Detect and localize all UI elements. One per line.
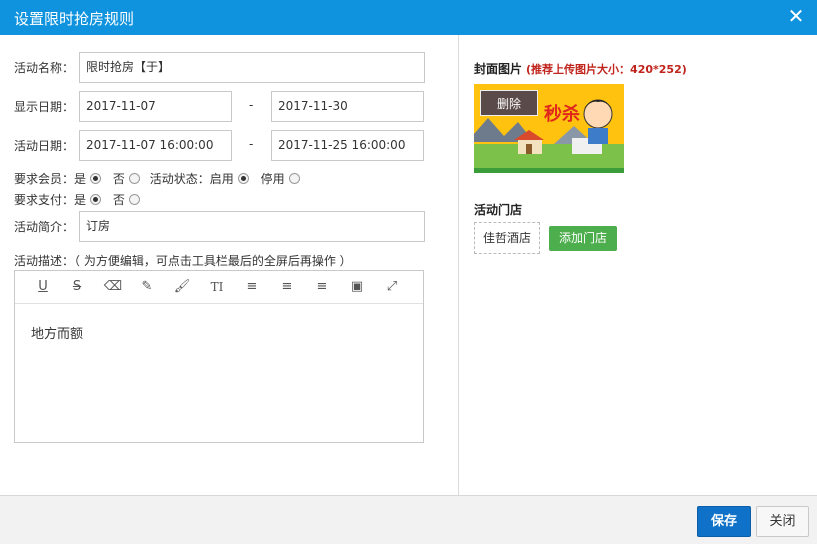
align-right-icon[interactable]: ≡ — [312, 278, 332, 296]
activity-end-date-input[interactable]: 2017-11-25 16:00:00 — [271, 130, 424, 161]
align-center-icon[interactable]: ≡ — [277, 278, 297, 296]
intro-input[interactable]: 订房 — [79, 211, 425, 242]
activity-date-label: 活动日期： — [14, 139, 75, 153]
display-date-label: 显示日期： — [14, 100, 75, 114]
save-button[interactable]: 保存 — [697, 506, 751, 537]
eraser-icon[interactable]: ⌫ — [103, 278, 123, 296]
editor-content[interactable]: 地方而额 — [31, 323, 83, 342]
underline-icon[interactable]: U — [33, 278, 53, 296]
status-off-radio[interactable] — [288, 173, 300, 184]
delete-cover-button[interactable]: 删除 — [480, 90, 538, 116]
status-label: 活动状态： — [149, 172, 210, 186]
payment-label: 要求支付： — [14, 193, 75, 207]
status-off-label: 停用 — [260, 172, 285, 186]
brush-icon[interactable]: 🖌 — [172, 278, 192, 296]
stores-section-title: 活动门店 — [474, 203, 523, 217]
cover-size-hint: (推荐上传图片大小：420*252) — [526, 63, 687, 76]
activity-date-separator: - — [249, 137, 254, 151]
member-yes-label: 是 — [74, 172, 87, 186]
dialog-titlebar: 设置限时抢房规则 ✕ — [0, 0, 817, 35]
activity-start-date-input[interactable]: 2017-11-07 16:00:00 — [79, 130, 232, 161]
image-icon[interactable]: ▣ — [347, 278, 367, 296]
dialog-footer: 保存 关闭 — [0, 495, 817, 544]
status-on-label: 启用 — [209, 172, 234, 186]
payment-yes-radio[interactable] — [90, 194, 102, 205]
payment-yes-label: 是 — [74, 193, 87, 207]
display-end-date-input[interactable]: 2017-11-30 — [271, 91, 424, 122]
svg-text:秒杀: 秒杀 — [544, 103, 580, 125]
align-left-icon[interactable]: ≡ — [242, 278, 262, 296]
member-yes-radio[interactable] — [90, 173, 102, 184]
member-label: 要求会员： — [14, 172, 75, 186]
close-button[interactable]: 关闭 — [756, 506, 809, 537]
pencil-icon[interactable]: ✎ — [137, 278, 157, 296]
payment-row: 要求支付：是 否 — [14, 191, 142, 208]
add-store-button[interactable]: 添加门店 — [549, 226, 617, 251]
strikethrough-icon[interactable]: S — [67, 278, 87, 296]
cover-section-title: 封面图片 (推荐上传图片大小：420*252) — [474, 60, 687, 77]
fullscreen-icon[interactable]: ⤢ — [382, 278, 402, 296]
member-no-label: 否 — [112, 172, 125, 186]
activity-name-label: 活动名称： — [14, 61, 75, 75]
text-size-icon[interactable]: TI — [207, 278, 227, 296]
payment-no-label: 否 — [112, 193, 125, 207]
display-date-separator: - — [249, 98, 254, 112]
intro-label: 活动简介： — [14, 220, 75, 234]
status-on-radio[interactable] — [237, 173, 249, 184]
cover-title: 封面图片 — [474, 62, 523, 76]
editor-toolbar: U S ⌫ ✎ 🖌 TI ≡ ≡ ≡ ▣ ⤢ — [15, 271, 423, 304]
dialog-title: 设置限时抢房规则 — [14, 10, 135, 28]
member-status-row: 要求会员：是 否 活动状态：启用 停用 — [14, 170, 302, 187]
description-label: 活动描述：（ 为方便编辑，可点击工具栏最后的全屏后再操作 ） — [14, 254, 352, 268]
close-icon[interactable]: ✕ — [785, 5, 807, 27]
activity-name-input[interactable]: 限时抢房【于】 — [79, 52, 425, 83]
store-tag[interactable]: 佳哲酒店 — [474, 222, 540, 254]
description-editor[interactable]: U S ⌫ ✎ 🖌 TI ≡ ≡ ≡ ▣ ⤢ 地方而额 — [14, 270, 424, 443]
column-divider — [458, 35, 459, 495]
cover-image: 秒杀 删除 — [474, 84, 624, 173]
member-no-radio[interactable] — [128, 173, 140, 184]
payment-no-radio[interactable] — [128, 194, 140, 205]
display-start-date-input[interactable]: 2017-11-07 — [79, 91, 232, 122]
